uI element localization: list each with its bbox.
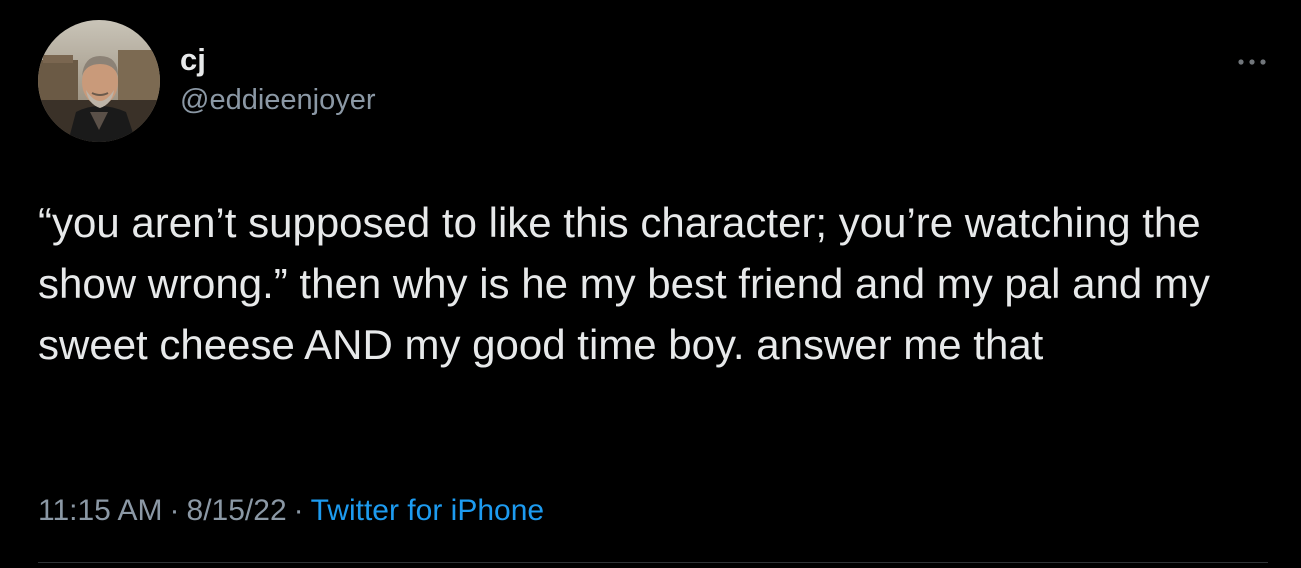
tweet-source-link[interactable]: Twitter for iPhone <box>311 494 544 527</box>
divider <box>38 562 1268 563</box>
more-horizontal-icon <box>1238 59 1266 65</box>
user-handle[interactable]: @eddieenjoyer <box>180 82 376 118</box>
separator-dot: · <box>169 494 180 527</box>
tweet-text: “you aren’t supposed to like this charac… <box>38 199 1210 368</box>
tweet-metadata: 11:15 AM · 8/15/22 · Twitter for iPhone <box>38 491 544 531</box>
more-options-button[interactable] <box>1230 44 1274 80</box>
avatar[interactable] <box>38 20 160 142</box>
tweet-time[interactable]: 11:15 AM <box>38 494 163 527</box>
display-name[interactable]: cj <box>180 40 376 82</box>
author-info: cj @eddieenjoyer <box>180 40 376 118</box>
profile-photo <box>38 20 160 142</box>
tweet-date[interactable]: 8/15/22 <box>187 494 287 527</box>
separator-dot: · <box>293 494 304 527</box>
tweet-card: cj @eddieenjoyer “you aren’t supposed to… <box>0 0 1301 568</box>
